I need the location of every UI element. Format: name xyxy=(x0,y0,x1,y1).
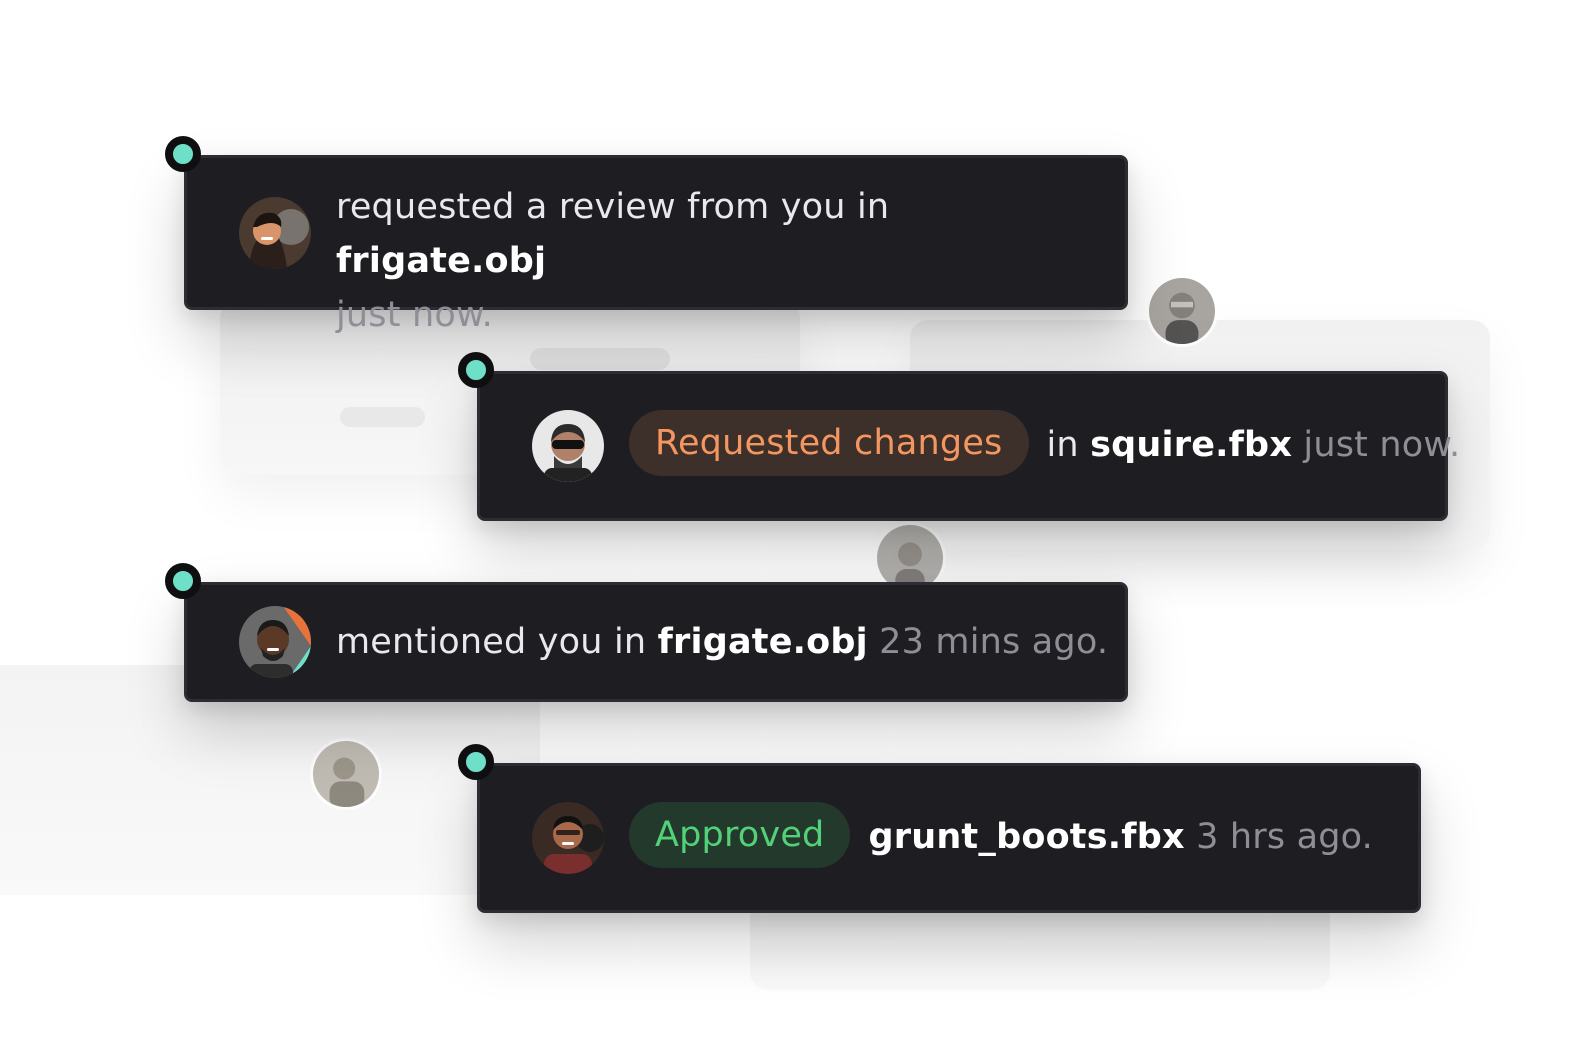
notification-card[interactable]: requested a review from you in frigate.o… xyxy=(165,136,1128,335)
user-avatar[interactable] xyxy=(239,606,311,678)
file-link[interactable]: frigate.obj xyxy=(658,622,868,662)
background-avatar xyxy=(1146,275,1218,347)
prefix-text: in xyxy=(1046,425,1079,465)
background-placeholder-bar xyxy=(340,407,425,427)
file-link[interactable]: grunt_boots.fbx xyxy=(868,817,1184,857)
timestamp: just now. xyxy=(1303,425,1461,465)
status-badge: Requested changes xyxy=(629,410,1029,476)
notification-card[interactable]: mentioned you in frigate.obj 23 mins ago… xyxy=(165,563,1128,702)
background-avatar xyxy=(310,738,382,810)
timestamp: 23 mins ago. xyxy=(879,622,1109,662)
timestamp: just now. xyxy=(336,295,493,335)
action-text: requested a review from you in xyxy=(336,187,890,227)
notification-feed: requested a review from you in frigate.o… xyxy=(0,0,1590,1050)
action-text: mentioned you in xyxy=(336,622,647,662)
unread-indicator-icon xyxy=(165,136,201,172)
user-avatar[interactable] xyxy=(532,802,604,874)
user-avatar[interactable] xyxy=(532,410,604,482)
notification-text: requested a review from you in frigate.o… xyxy=(336,180,1085,342)
unread-indicator-icon xyxy=(458,352,494,388)
background-card xyxy=(750,900,1330,990)
timestamp: 3 hrs ago. xyxy=(1196,817,1373,857)
file-link[interactable]: squire.fbx xyxy=(1090,425,1292,465)
unread-indicator-icon xyxy=(165,563,201,599)
user-avatar[interactable] xyxy=(239,196,311,269)
notification-text: Requested changes in squire.fbx just now. xyxy=(629,410,1460,476)
notification-card[interactable]: Requested changes in squire.fbx just now. xyxy=(458,352,1460,521)
unread-indicator-icon xyxy=(458,744,494,780)
status-badge: Approved xyxy=(629,802,851,868)
notification-card[interactable]: Approved grunt_boots.fbx 3 hrs ago. xyxy=(458,744,1421,913)
background-placeholder-bar xyxy=(530,348,670,370)
notification-text: mentioned you in frigate.obj 23 mins ago… xyxy=(336,615,1108,669)
file-link[interactable]: frigate.obj xyxy=(336,241,546,281)
notification-text: Approved grunt_boots.fbx 3 hrs ago. xyxy=(629,802,1378,868)
